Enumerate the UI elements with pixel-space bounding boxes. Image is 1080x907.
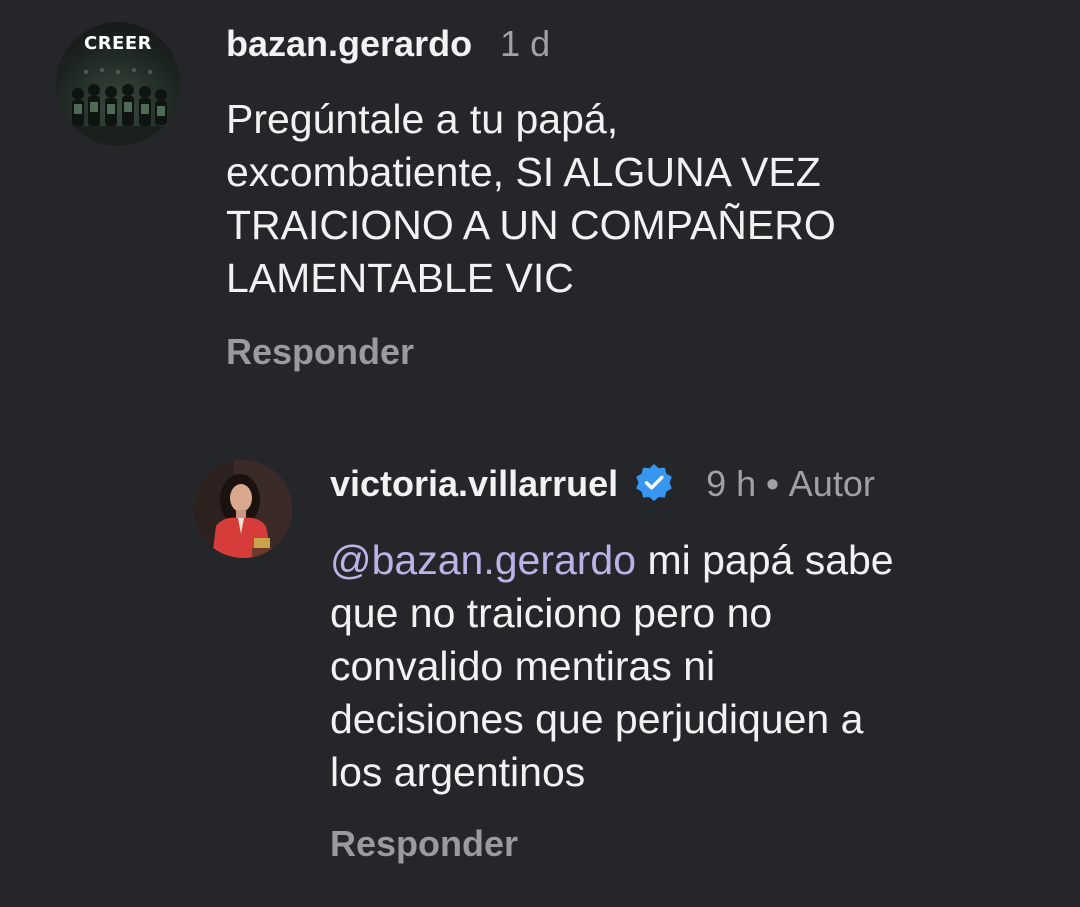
reply-button[interactable]: Responder [226,331,836,373]
avatar[interactable]: CREER [56,22,180,146]
reply-button[interactable]: Responder [330,823,894,865]
comment-text-line: Pregúntale a tu papá, [226,96,619,142]
comment-text-line: convalido mentiras ni [330,643,716,689]
separator-dot: • [766,463,779,504]
avatar-label: CREER [83,33,153,54]
comment-text-line: decisiones que perjudiquen a [330,696,864,742]
comment-text: @bazan.gerardo mi papá sabe que no traic… [330,534,894,799]
timestamp: 1 d [500,23,551,64]
comment-text-line: los argentinos [330,749,586,795]
username[interactable]: victoria.villarruel [330,463,618,505]
reply-comment: victoria.villarruel 9 h • Autor @bazan.g… [194,460,894,865]
comment-text-line: LAMENTABLE VIC [226,255,574,301]
mention-link[interactable]: @bazan.gerardo [330,537,636,583]
comment-text: Pregúntale a tu papá, excombatiente, SI … [226,93,836,305]
verified-badge-icon [632,462,676,506]
comment-text-line: @bazan.gerardo mi papá sabe [330,534,894,587]
comment-text-line: excombatiente, SI ALGUNA VEZ [226,149,821,195]
comment-meta: victoria.villarruel 9 h • Autor [330,462,894,506]
profile-photo-avatar-icon [194,460,292,558]
username[interactable]: bazan.gerardo [226,23,472,65]
comment: CREER bazan.gerardo 1 d Pregúntale a tu … [56,22,836,373]
comment-text-fragment: mi papá sabe [636,537,894,583]
comment-text-line: que no traiciono pero no [330,590,773,636]
comment-text-line: TRAICIONO A UN COMPAÑERO [226,202,836,248]
comment-body: bazan.gerardo 1 d Pregúntale a tu papá, … [226,23,836,373]
timestamp: 9 h [706,463,757,504]
comment-body: victoria.villarruel 9 h • Autor @bazan.g… [330,462,894,865]
comment-meta: bazan.gerardo 1 d [226,23,836,65]
author-tag: Autor [788,463,875,504]
avatar[interactable] [194,460,292,558]
